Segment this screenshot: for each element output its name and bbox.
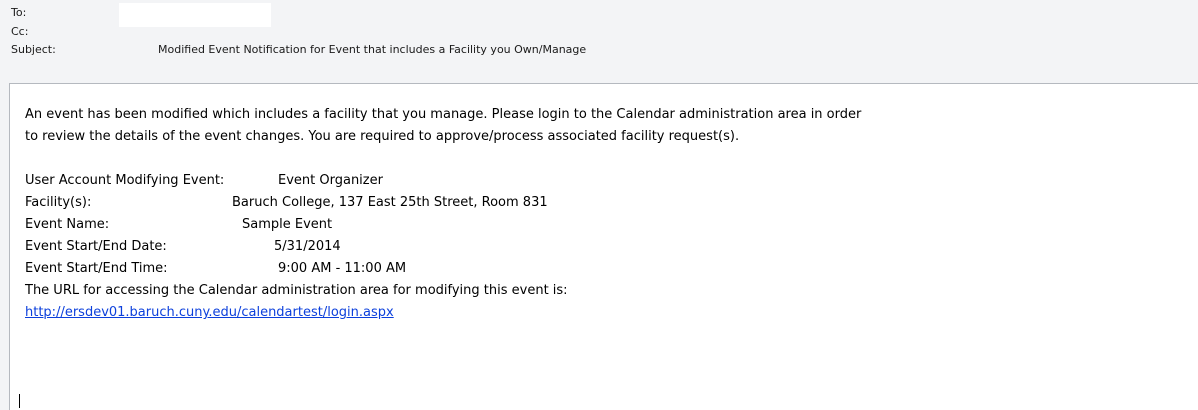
detail-label: User Account Modifying Event: (25, 173, 225, 188)
detail-label: Event Start/End Time: (25, 261, 168, 276)
detail-label: Event Name: (25, 217, 110, 232)
cc-label: Cc: (11, 25, 29, 38)
detail-label: Facility(s): (25, 195, 92, 210)
message-body-text: An event has been modified which include… (25, 104, 861, 324)
detail-value: Event Organizer (278, 173, 383, 188)
url-intro: The URL for accessing the Calendar admin… (25, 283, 568, 298)
subject-value[interactable]: Modified Event Notification for Event th… (158, 41, 586, 59)
detail-value: 5/31/2014 (274, 239, 341, 254)
to-label: To: (11, 6, 27, 19)
detail-row-event-date: Event Start/End Date: 5/31/2014 (25, 236, 861, 258)
detail-label: Event Start/End Date: (25, 239, 167, 254)
calendar-login-link[interactable]: http://ersdev01.baruch.cuny.edu/calendar… (25, 305, 394, 320)
detail-value: Sample Event (242, 217, 333, 232)
text-cursor (19, 394, 20, 408)
message-body[interactable]: An event has been modified which include… (9, 83, 1198, 410)
subject-row: Subject: Modified Event Notification for… (11, 41, 1191, 59)
intro-line-1: An event has been modified which include… (25, 107, 862, 122)
detail-value: 9:00 AM - 11:00 AM (278, 261, 407, 276)
intro-line-2: to review the details of the event chang… (25, 129, 740, 144)
message-header: To: Cc: Subject: Modified Event Notifica… (0, 0, 1198, 80)
detail-row-event-name: Event Name: Sample Event (25, 214, 861, 236)
detail-row-user-account: User Account Modifying Event: Event Orga… (25, 170, 861, 192)
to-field[interactable] (119, 3, 271, 27)
detail-row-facility: Facility(s): Baruch College, 137 East 25… (25, 192, 861, 214)
subject-label: Subject: (11, 43, 56, 56)
detail-row-event-time: Event Start/End Time: 9:00 AM - 11:00 AM (25, 258, 861, 280)
detail-value: Baruch College, 137 East 25th Street, Ro… (232, 195, 548, 210)
